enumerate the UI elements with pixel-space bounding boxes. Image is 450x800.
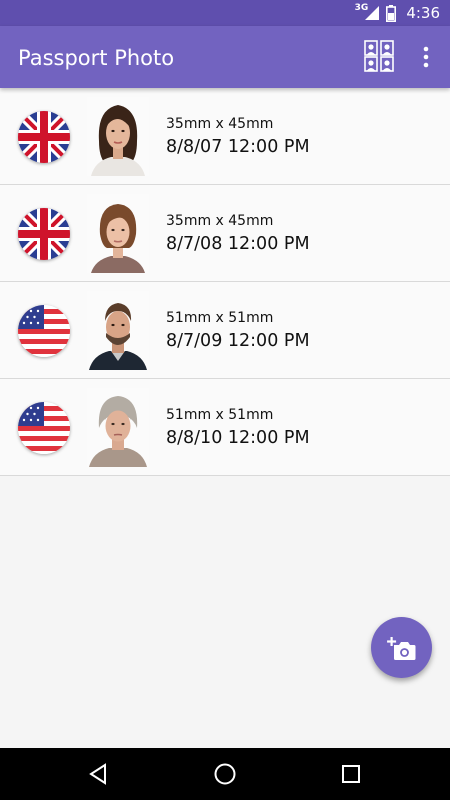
home-icon bbox=[214, 763, 236, 785]
battery-icon bbox=[386, 4, 397, 22]
us-flag-icon bbox=[18, 402, 70, 454]
passport-photo-thumbnail bbox=[87, 194, 149, 273]
add-photo-button[interactable] bbox=[371, 617, 432, 678]
back-button[interactable] bbox=[85, 761, 111, 787]
photo-size: 51mm x 51mm bbox=[166, 407, 274, 423]
clock: 4:36 bbox=[406, 4, 440, 22]
passport-photo-thumbnail bbox=[87, 388, 149, 467]
home-button[interactable] bbox=[212, 761, 238, 787]
photo-date: 8/8/10 12:00 PM bbox=[166, 428, 310, 448]
list-item[interactable]: 35mm x 45mm 8/7/08 12:00 PM bbox=[0, 185, 450, 282]
network-type: 3G bbox=[354, 3, 369, 13]
list-item[interactable]: 35mm x 45mm 8/8/07 12:00 PM bbox=[0, 88, 450, 185]
list-item[interactable]: 51mm x 51mm 8/8/10 12:00 PM bbox=[0, 379, 450, 476]
photo-date: 8/7/09 12:00 PM bbox=[166, 331, 310, 351]
uk-flag-icon bbox=[18, 208, 70, 260]
page-title: Passport Photo bbox=[18, 46, 175, 70]
photo-grid-icon bbox=[364, 40, 394, 72]
more-options-icon bbox=[423, 46, 429, 68]
passport-photo-thumbnail bbox=[87, 291, 149, 370]
more-options-button[interactable] bbox=[414, 44, 438, 70]
photo-grid-button[interactable] bbox=[364, 40, 394, 72]
photo-date: 8/8/07 12:00 PM bbox=[166, 137, 310, 157]
back-icon bbox=[89, 763, 106, 785]
photo-size: 51mm x 51mm bbox=[166, 310, 274, 326]
recents-button[interactable] bbox=[338, 761, 364, 787]
status-bar: 3G 4:36 bbox=[0, 0, 450, 26]
system-navigation-bar bbox=[0, 748, 450, 800]
app-bar: Passport Photo bbox=[0, 26, 450, 88]
us-flag-icon bbox=[18, 305, 70, 357]
list-item[interactable]: 51mm x 51mm 8/7/09 12:00 PM bbox=[0, 282, 450, 379]
passport-photo-thumbnail bbox=[87, 97, 149, 176]
uk-flag-icon bbox=[18, 111, 70, 163]
photo-size: 35mm x 45mm bbox=[166, 213, 274, 229]
photo-date: 8/7/08 12:00 PM bbox=[166, 234, 310, 254]
recents-icon bbox=[342, 765, 360, 783]
photo-list: 35mm x 45mm 8/8/07 12:00 PM 35mm x 45mm … bbox=[0, 88, 450, 476]
photo-size: 35mm x 45mm bbox=[166, 116, 274, 132]
add-photo-camera-icon bbox=[387, 637, 416, 660]
